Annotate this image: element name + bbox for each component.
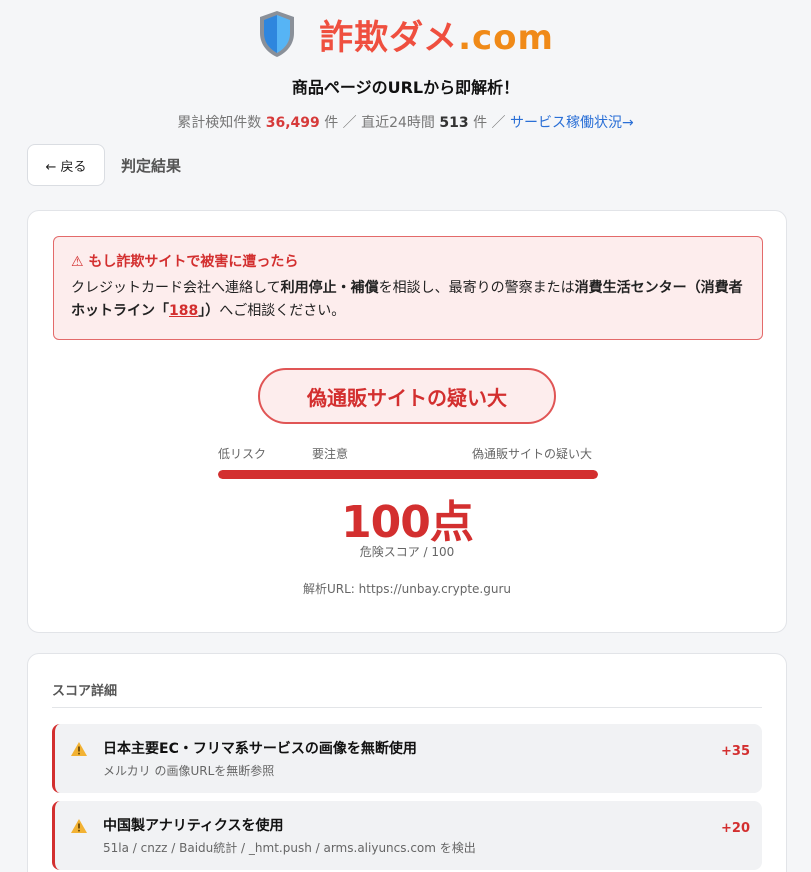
- unit-label-2: 件 ／: [473, 115, 506, 131]
- score-item-title: 日本主要EC・フリマ系サービスの画像を無断使用: [103, 741, 417, 757]
- score-value: 100点: [341, 497, 474, 548]
- score-item-points: +35: [721, 744, 750, 759]
- warning-body: クレジットカード会社へ連絡して利用停止・補償を相談し、最寄りの警察または消費生活…: [71, 277, 745, 323]
- hotline-link[interactable]: 188: [169, 303, 198, 319]
- verdict-badge: 偽通販サイトの疑い大: [258, 368, 556, 424]
- warning-bold: 」）: [198, 303, 220, 319]
- tagline: 商品ページのURLから即解析！: [291, 78, 520, 97]
- warning-text: を相談し、最寄りの警察または: [378, 280, 575, 296]
- score-details-card: スコア詳細 日本主要EC・フリマ系サービスの画像を無断使用 メルカリ の画像UR…: [27, 653, 787, 872]
- risk-scale-fill: [218, 470, 598, 479]
- damage-warning-box: ⚠ もし詐欺サイトで被害に遭ったら クレジットカード会社へ連絡して利用停止・補償…: [53, 236, 763, 340]
- scale-label-mid: 要注意: [312, 447, 349, 461]
- service-status-link[interactable]: サービス稼働状況→: [510, 115, 634, 131]
- nav-bar: ← 戻る 判定結果: [27, 144, 181, 186]
- score-item-title: 中国製アナリティクスを使用: [103, 818, 284, 834]
- risk-scale-bar: [218, 470, 598, 479]
- result-card: ⚠ もし詐欺サイトで被害に遭ったら クレジットカード会社へ連絡して利用停止・補償…: [27, 210, 787, 633]
- warning-title: ⚠ もし詐欺サイトで被害に遭ったら: [71, 254, 299, 270]
- total-count: 36,499: [265, 115, 320, 131]
- warning-text: クレジットカード会社へ連絡して: [71, 280, 281, 296]
- brand-domain: .com: [458, 17, 554, 58]
- logo[interactable]: 詐欺ダメ.com: [0, 8, 811, 60]
- back-button[interactable]: ← 戻る: [27, 144, 105, 186]
- brand-name: 詐欺ダメ.com: [319, 10, 554, 59]
- warning-triangle-icon: [71, 819, 87, 833]
- score-item: 日本主要EC・フリマ系サービスの画像を無断使用 メルカリ の画像URLを無断参照…: [52, 724, 762, 793]
- site-header: 詐欺ダメ.com 商品ページのURLから即解析！ 累計検知件数 36,499 件…: [0, 0, 811, 132]
- scale-label-low: 低リスク: [218, 447, 267, 461]
- brand-name-jp: 詐欺ダメ: [319, 17, 459, 58]
- warning-bold: 利用停止・補償: [280, 280, 379, 296]
- stats-line: 累計検知件数 36,499 件 ／ 直近24時間 513 件 ／ サービス稼働状…: [0, 112, 811, 132]
- score-item-desc: 51la / cnzz / Baidu統計 / _hmt.push / arms…: [103, 841, 476, 855]
- score-item: 中国製アナリティクスを使用 51la / cnzz / Baidu統計 / _h…: [52, 801, 762, 870]
- warning-triangle-icon: [71, 742, 87, 756]
- unit-label: 件 ／ 直近24時間: [324, 115, 435, 131]
- score-item-points: +20: [721, 821, 750, 836]
- divider: [52, 707, 762, 708]
- shield-icon: [260, 11, 295, 57]
- section-title: スコア詳細: [52, 684, 118, 699]
- score-caption: 危険スコア / 100: [359, 545, 455, 559]
- score-item-desc: メルカリ の画像URLを無断参照: [103, 764, 275, 778]
- warning-text: へご相談ください。: [219, 303, 346, 319]
- analyzed-url: 解析URL: https://unbay.crypte.guru: [303, 582, 511, 596]
- recent-count: 513: [439, 115, 469, 131]
- page-title: 判定結果: [121, 156, 182, 175]
- total-label: 累計検知件数: [177, 115, 262, 131]
- scale-label-high: 偽通販サイトの疑い大: [472, 447, 593, 461]
